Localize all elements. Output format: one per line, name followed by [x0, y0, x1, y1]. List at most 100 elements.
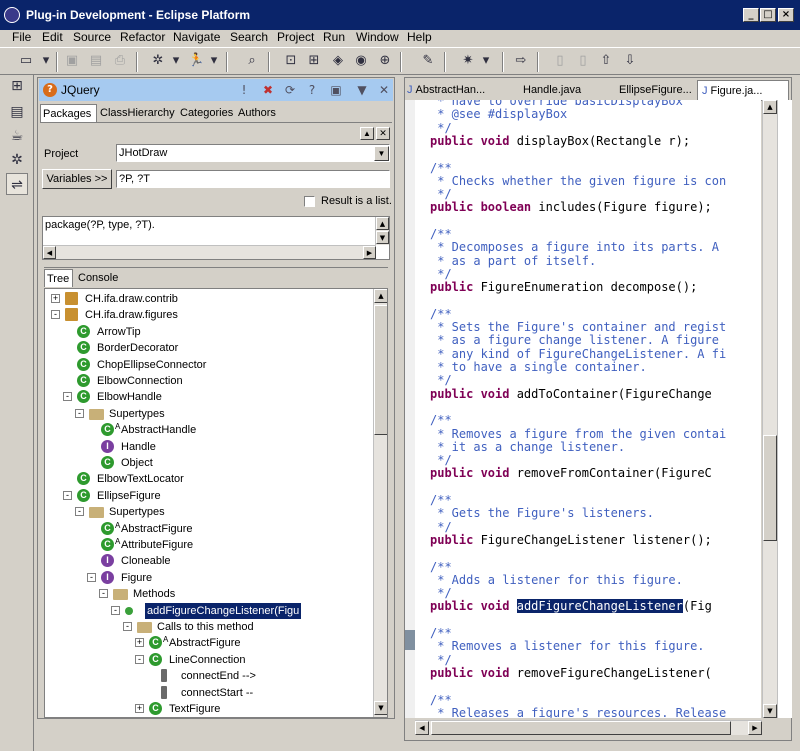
tree-node[interactable]: I Cloneable: [45, 553, 371, 569]
tree-node[interactable]: - Methods: [45, 586, 371, 602]
overview-ruler[interactable]: [777, 100, 792, 718]
close-view-icon[interactable]: ✕: [377, 83, 391, 97]
tree-node[interactable]: - C ElbowHandle: [45, 389, 371, 405]
scroll-left-icon[interactable]: ◀: [43, 246, 56, 259]
collapse-icon[interactable]: -: [63, 392, 72, 402]
expand-icon[interactable]: +: [135, 704, 144, 713]
collapse-icon[interactable]: ▣: [329, 83, 343, 97]
tree-node[interactable]: - C LineConnection: [45, 652, 371, 668]
new-dropdown-icon[interactable]: ▾: [38, 53, 54, 69]
tab-console[interactable]: Console: [76, 269, 120, 287]
code-editor[interactable]: * have to override basicDisplayBox * @se…: [415, 100, 761, 718]
collapse-icon[interactable]: -: [111, 605, 120, 615]
tree-node[interactable]: C A AbstractFigure: [45, 521, 371, 537]
tree-node[interactable]: + C TextFigure: [45, 701, 371, 717]
collapse-icon[interactable]: -: [87, 572, 96, 582]
menu-refactor[interactable]: Refactor: [120, 30, 165, 44]
open-perspective-icon[interactable]: ⇨: [513, 53, 529, 69]
close-button[interactable]: ×: [778, 8, 794, 22]
query-icon[interactable]: !: [237, 83, 251, 97]
maximize-pane-button[interactable]: ▲: [360, 127, 374, 140]
view-menu-icon[interactable]: ▼: [355, 83, 369, 97]
open-perspective-shortcut-icon[interactable]: ⊞: [6, 75, 28, 97]
tab-categories[interactable]: Categories: [178, 104, 235, 122]
resource-perspective-icon[interactable]: ▤: [6, 101, 28, 123]
collapse-icon[interactable]: -: [135, 654, 144, 664]
collapse-icon[interactable]: -: [99, 589, 108, 599]
next-annotation-icon[interactable]: ▯: [575, 53, 591, 69]
menu-source[interactable]: Source: [73, 30, 111, 44]
tab-class-hierarchy[interactable]: ClassHierarchy: [98, 104, 177, 122]
query-vertical-scrollbar[interactable]: ▲ ▼: [375, 217, 389, 245]
editor-horizontal-scrollbar[interactable]: ◀ ▶: [415, 720, 762, 735]
tree-node[interactable]: - Supertypes: [45, 504, 371, 520]
menu-file[interactable]: File: [12, 30, 31, 44]
menu-navigate[interactable]: Navigate: [173, 30, 220, 44]
maximize-button[interactable]: □: [760, 8, 776, 22]
scroll-thumb[interactable]: [763, 435, 777, 541]
run-icon[interactable]: 🏃: [188, 53, 204, 69]
editor-tab-ellipse-figure[interactable]: EllipseFigure...: [619, 80, 695, 100]
scroll-down-icon[interactable]: ▼: [376, 231, 389, 244]
tree-node[interactable]: - CH.ifa.draw.figures: [45, 307, 371, 323]
tree-node[interactable]: connectEnd -->: [45, 668, 371, 684]
tab-authors[interactable]: Authors: [236, 104, 278, 122]
class-icon[interactable]: ◉: [353, 53, 369, 69]
scroll-left-icon[interactable]: ◀: [415, 721, 429, 735]
java-perspective-icon[interactable]: ☕: [6, 125, 28, 147]
external-tools-dropdown-icon[interactable]: ▾: [478, 53, 494, 69]
tab-tree[interactable]: Tree: [44, 269, 73, 287]
expand-icon[interactable]: +: [51, 294, 60, 303]
tree-node[interactable]: C ArrowTip: [45, 324, 371, 340]
scroll-down-icon[interactable]: ▼: [763, 704, 777, 718]
tree-node[interactable]: - Supertypes: [45, 406, 371, 422]
tree-node[interactable]: I Handle: [45, 439, 371, 455]
debug-dropdown-icon[interactable]: ▾: [168, 53, 184, 69]
prev-annotation-icon[interactable]: ▯: [552, 53, 568, 69]
tree-node[interactable]: - I Figure: [45, 570, 371, 586]
hierarchy-icon[interactable]: ⊞: [306, 53, 322, 69]
remove-icon[interactable]: ✖: [261, 83, 275, 97]
minimize-button[interactable]: _: [743, 8, 759, 22]
result-is-list-checkbox[interactable]: [304, 196, 315, 207]
scroll-thumb[interactable]: [374, 305, 387, 435]
menu-edit[interactable]: Edit: [42, 30, 63, 44]
open-type-icon[interactable]: ⊡: [283, 53, 299, 69]
tree-node[interactable]: C BorderDecorator: [45, 340, 371, 356]
new-icon[interactable]: ▭: [18, 53, 34, 69]
query-editor[interactable]: package(?P, type, ?T). ▲ ▼ ◀ ▶: [42, 216, 390, 260]
collapse-icon[interactable]: -: [75, 507, 84, 517]
pen-icon[interactable]: ✎: [420, 53, 436, 69]
chevron-down-icon[interactable]: ▼: [374, 146, 389, 161]
plugin-perspective-icon[interactable]: ⇌: [6, 173, 28, 195]
scroll-up-icon[interactable]: ▲: [374, 289, 387, 303]
interface-icon[interactable]: ⊕: [377, 53, 393, 69]
forward-icon[interactable]: ⇩: [622, 53, 638, 69]
result-tree[interactable]: + CH.ifa.draw.contrib - CH.ifa.draw.figures…: [44, 288, 388, 718]
variables-input[interactable]: ?P, ?T: [116, 170, 390, 188]
debug-icon[interactable]: ✲: [150, 53, 166, 69]
menu-window[interactable]: Window: [356, 30, 399, 44]
variables-button[interactable]: Variables >>: [42, 169, 112, 189]
menu-project[interactable]: Project: [277, 30, 314, 44]
debug-perspective-icon[interactable]: ✲: [6, 149, 28, 171]
tree-node[interactable]: - C EllipseFigure: [45, 488, 371, 504]
menu-run[interactable]: Run: [323, 30, 345, 44]
collapse-icon[interactable]: -: [51, 310, 60, 320]
expand-icon[interactable]: +: [135, 638, 144, 648]
back-icon[interactable]: ⇧: [598, 53, 614, 69]
run-dropdown-icon[interactable]: ▾: [206, 53, 222, 69]
tree-node[interactable]: + C A AbstractFigure: [45, 635, 371, 651]
save-all-icon[interactable]: ▤: [88, 53, 104, 69]
editor-tab-handle[interactable]: Handle.java: [523, 80, 603, 100]
tree-node[interactable]: + CH.ifa.draw.contrib: [45, 291, 371, 307]
tree-node[interactable]: C ChopEllipseConnector: [45, 357, 371, 373]
tree-vertical-scrollbar[interactable]: ▲ ▼: [373, 289, 387, 717]
tab-packages[interactable]: Packages: [40, 104, 97, 122]
refresh-icon[interactable]: ⟳: [283, 83, 297, 97]
scroll-up-icon[interactable]: ▲: [376, 217, 389, 230]
scroll-up-icon[interactable]: ▲: [763, 100, 777, 114]
print-icon[interactable]: ⎙: [112, 53, 128, 69]
save-icon[interactable]: ▣: [64, 53, 80, 69]
external-tools-icon[interactable]: ✷: [460, 53, 476, 69]
